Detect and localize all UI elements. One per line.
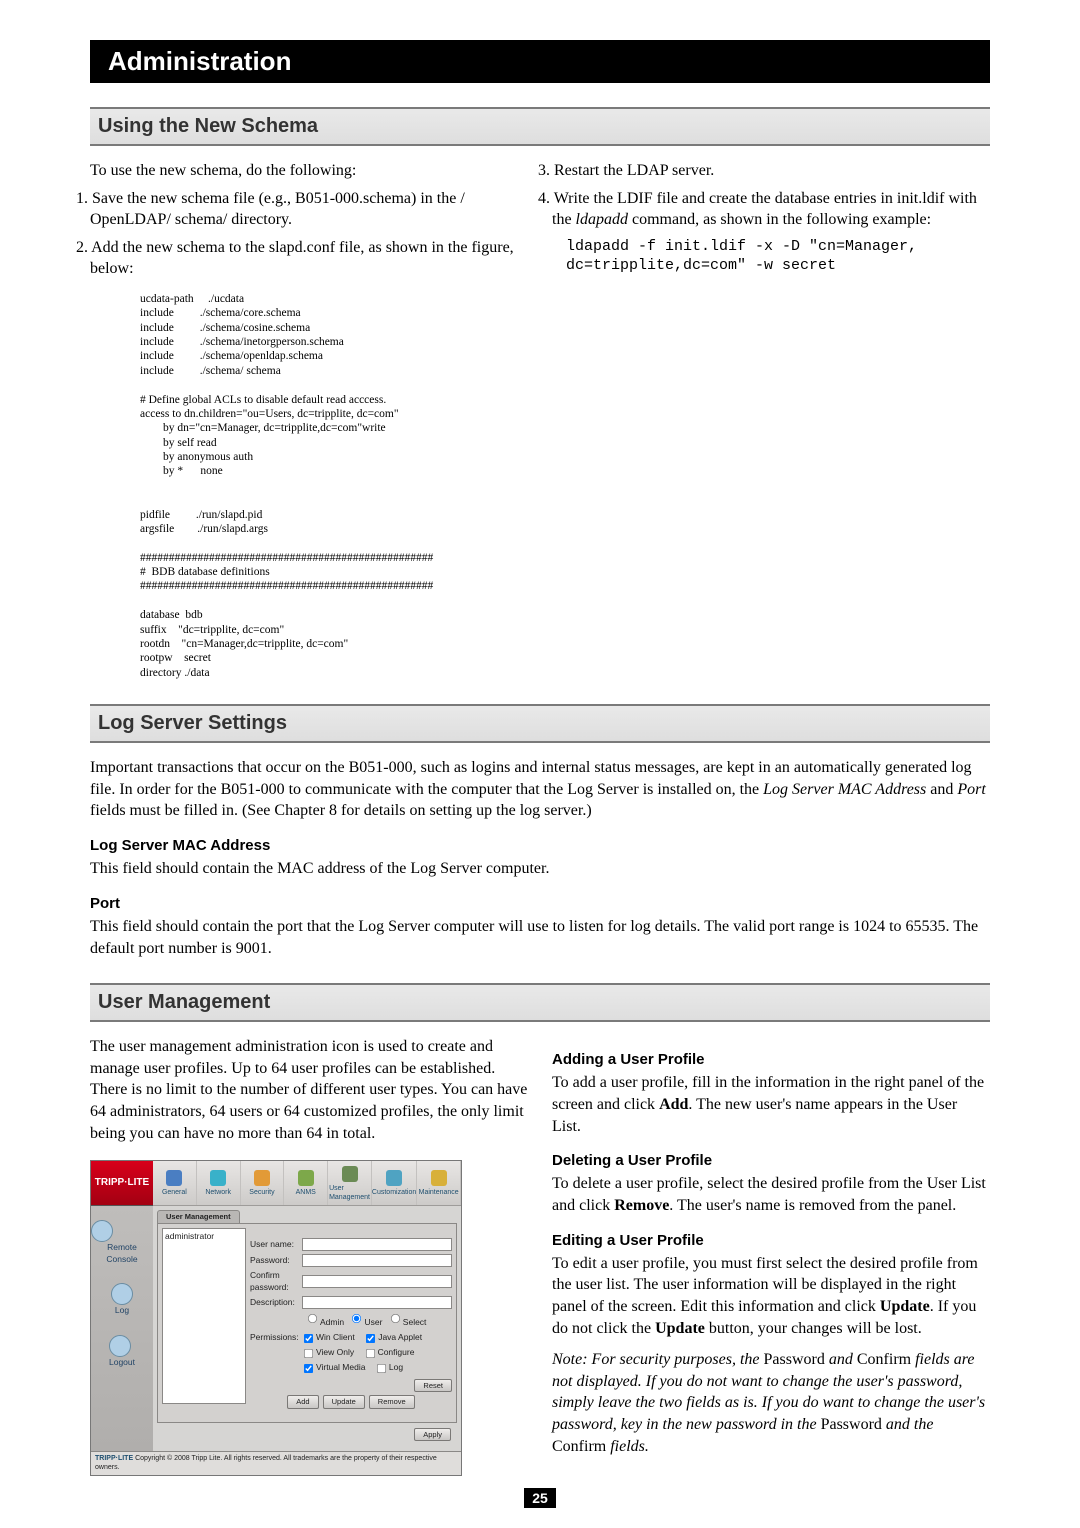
page-number: 25	[524, 1488, 556, 1508]
section-logserver-head: Log Server Settings	[90, 704, 990, 743]
tab-user-management[interactable]: User Management	[157, 1210, 240, 1223]
section-schema-head: Using the New Schema	[90, 107, 990, 146]
p-add-user: To add a user profile, fill in the infor…	[552, 1072, 990, 1137]
h-port: Port	[90, 894, 990, 914]
screenshot-footer: TRIPP·LITE Copyright © 2008 Tripp Lite. …	[91, 1451, 461, 1475]
ck-log[interactable]: Log	[375, 1362, 403, 1372]
ck-virtual-media[interactable]: Virtual Media	[302, 1362, 365, 1372]
p-edit-user: To edit a user profile, you must first s…	[552, 1253, 990, 1339]
usermgmt-intro: The user management administration icon …	[90, 1036, 528, 1144]
top-menu: General Network Security ANMS User Manag…	[153, 1161, 461, 1206]
sidebar-item-log[interactable]: Log	[111, 1283, 133, 1316]
lbl-confirm: Confirm password:	[250, 1270, 302, 1293]
log-icon	[111, 1283, 133, 1305]
page-banner: Administration	[90, 40, 990, 83]
schema-step-3: 3. Restart the LDAP server.	[552, 160, 990, 182]
slapd-conf-sample: ucdata-path ./ucdata include ./schema/co…	[140, 292, 528, 680]
btn-remove[interactable]: Remove	[369, 1395, 415, 1409]
logo: TRIPP·LITE	[91, 1161, 153, 1206]
role-radios: Admin User Select	[302, 1312, 452, 1328]
network-icon	[210, 1170, 226, 1186]
menu-general[interactable]: General	[153, 1161, 197, 1205]
input-username[interactable]	[302, 1238, 452, 1251]
h-edit-user: Editing a User Profile	[552, 1231, 990, 1251]
lbl-permissions: Permissions:	[250, 1332, 302, 1343]
ck-winclient[interactable]: Win Client	[302, 1332, 355, 1342]
screenshot-user-management: TRIPP·LITE General Network Security ANMS…	[90, 1160, 462, 1475]
input-description[interactable]	[302, 1296, 452, 1309]
btn-reset[interactable]: Reset	[414, 1379, 452, 1392]
menu-maintenance[interactable]: Maintenance	[417, 1161, 461, 1205]
menu-network[interactable]: Network	[197, 1161, 241, 1205]
logserver-intro: Important transactions that occur on the…	[90, 757, 990, 822]
ck-configure[interactable]: Configure	[364, 1347, 415, 1357]
schema-step-4: 4. Write the LDIF file and create the da…	[552, 188, 990, 231]
menu-anms[interactable]: ANMS	[284, 1161, 328, 1205]
p-del-user: To delete a user profile, select the des…	[552, 1173, 990, 1216]
menu-customization[interactable]: Customization	[372, 1161, 417, 1205]
p-mac: This field should contain the MAC addres…	[90, 858, 990, 880]
note-security: Note: For security purposes, the Passwor…	[552, 1349, 990, 1457]
radio-user[interactable]: User	[346, 1317, 382, 1327]
menu-user-management[interactable]: User Management	[328, 1161, 372, 1205]
p-port: This field should contain the port that …	[90, 916, 990, 959]
btn-add[interactable]: Add	[287, 1395, 318, 1409]
schema-step-2: 2. Add the new schema to the slapd.conf …	[90, 237, 528, 280]
ck-view-only[interactable]: View Only	[302, 1347, 354, 1357]
schema-intro: To use the new schema, do the following:	[90, 160, 528, 182]
lbl-description: Description:	[250, 1297, 302, 1308]
radio-admin[interactable]: Admin	[302, 1317, 344, 1327]
menu-security[interactable]: Security	[241, 1161, 285, 1205]
input-password[interactable]	[302, 1254, 452, 1267]
wrench-icon	[431, 1170, 447, 1186]
sidebar: Remote Console Log Logout	[91, 1206, 153, 1451]
input-confirm[interactable]	[302, 1275, 452, 1288]
h-add-user: Adding a User Profile	[552, 1050, 990, 1070]
user-list[interactable]: administrator	[162, 1228, 246, 1404]
sidebar-item-remote[interactable]: Remote Console	[91, 1220, 153, 1265]
btn-apply[interactable]: Apply	[414, 1428, 451, 1441]
sidebar-item-logout[interactable]: Logout	[109, 1335, 135, 1368]
ldapadd-code-2: dc=tripplite,dc=com" -w secret	[566, 256, 990, 276]
section-usermgmt-head: User Management	[90, 983, 990, 1022]
tools-icon	[386, 1170, 402, 1186]
lbl-username: User name:	[250, 1239, 302, 1250]
h-mac: Log Server MAC Address	[90, 836, 990, 856]
lbl-password: Password:	[250, 1255, 302, 1266]
ck-java-applet[interactable]: Java Applet	[364, 1332, 422, 1342]
logout-icon	[109, 1335, 131, 1357]
lock-icon	[254, 1170, 270, 1186]
btn-update[interactable]: Update	[323, 1395, 365, 1409]
ldapadd-code-1: ldapadd -f init.ldif -x -D "cn=Manager,	[566, 237, 990, 257]
h-del-user: Deleting a User Profile	[552, 1151, 990, 1171]
monitor-icon	[91, 1220, 113, 1242]
users-icon	[342, 1166, 358, 1182]
leaf-icon	[298, 1170, 314, 1186]
gear-icon	[166, 1170, 182, 1186]
schema-step-1: 1. Save the new schema file (e.g., B051-…	[90, 188, 528, 231]
radio-select[interactable]: Select	[385, 1317, 427, 1327]
